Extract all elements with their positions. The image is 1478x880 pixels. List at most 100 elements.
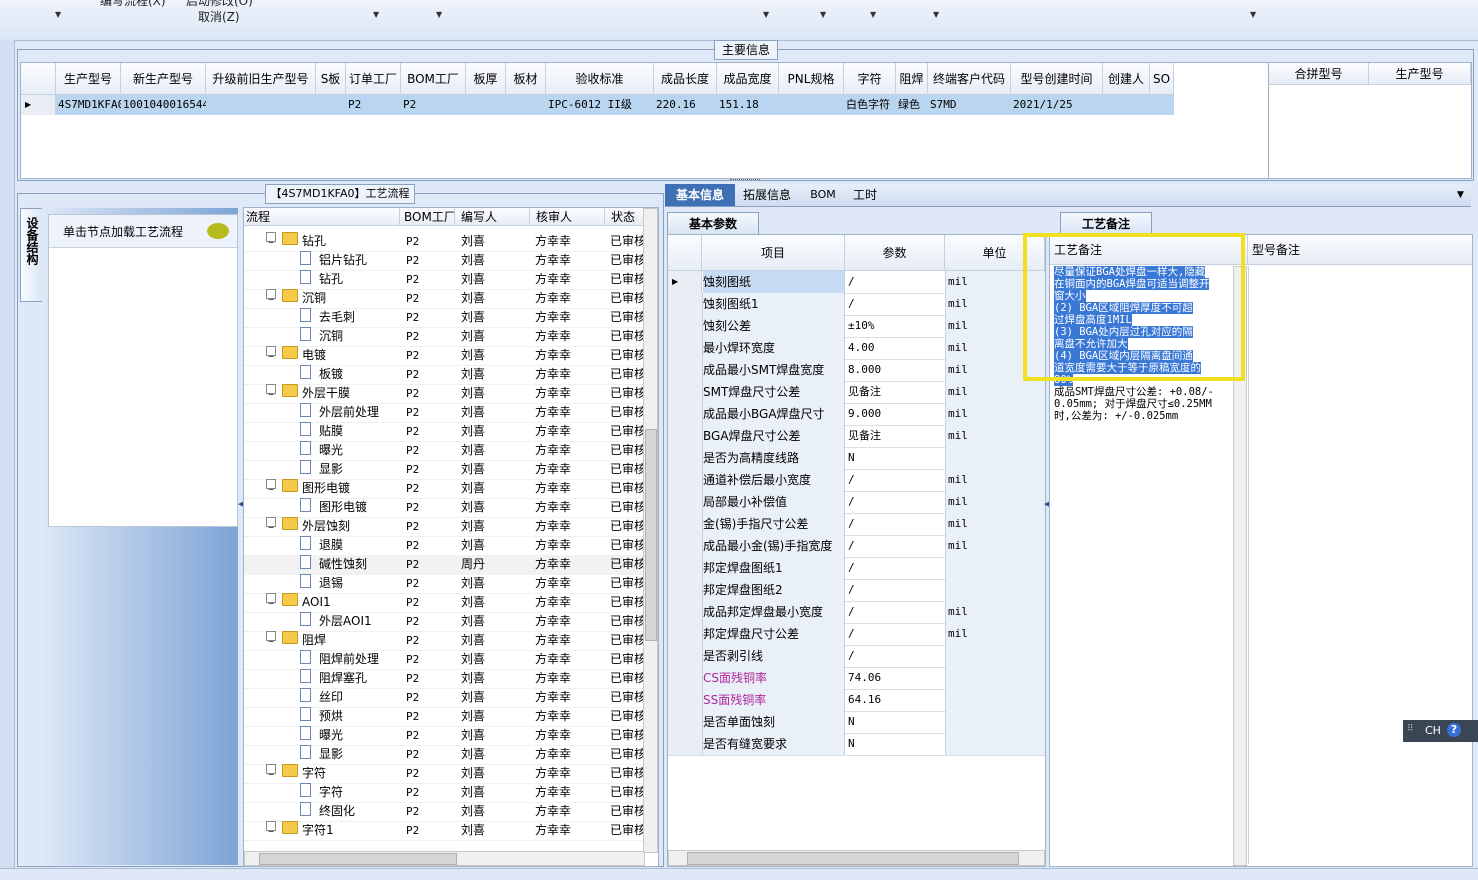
main-cell[interactable]: S7MD — [928, 95, 1011, 115]
tree-row[interactable]: 终固化 P2 刘喜 方幸幸 已审核 — [244, 802, 643, 822]
tree-row[interactable]: 预烘 P2 刘喜 方幸幸 已审核 — [244, 707, 643, 727]
tree-row[interactable]: 退膜 P2 刘喜 方幸幸 已审核 — [244, 536, 643, 556]
param-row[interactable]: 蚀刻图纸1/ mil — [668, 293, 1045, 316]
tree-row[interactable]: − 钻孔 P2 刘喜 方幸幸 已审核 — [244, 232, 643, 252]
main-cell[interactable] — [779, 95, 844, 115]
horizontal-scrollbar[interactable] — [668, 850, 1045, 866]
main-cell[interactable] — [1150, 95, 1174, 115]
param-value[interactable]: / — [848, 513, 944, 535]
param-row[interactable]: 局部最小补偿值 / mil — [668, 491, 1045, 514]
tree-row[interactable]: 碱性蚀刻 P2 周丹 方幸幸 已审核 — [244, 555, 643, 575]
main-cell[interactable]: IPC-6012 II级 — [546, 95, 654, 115]
param-value[interactable]: N — [848, 711, 944, 733]
splitter-handle[interactable]: ◀ — [1044, 500, 1049, 570]
param-value[interactable]: / — [848, 623, 944, 645]
tree-row[interactable]: 外层前处理 P2 刘喜 方幸幸 已审核 — [244, 403, 643, 423]
tree-row[interactable]: − 字符1 P2 刘喜 方幸幸 已审核 — [244, 821, 643, 841]
main-col-header[interactable]: BOM工厂 — [401, 63, 466, 95]
main-col-header[interactable]: 板厚 — [466, 63, 506, 95]
splitter-handle[interactable]: ◀ — [238, 500, 243, 570]
scrollbar-thumb[interactable] — [687, 852, 1019, 865]
param-row[interactable]: 邦定焊盘图纸2/ — [668, 579, 1045, 602]
tree-row[interactable]: 字符 P2 刘喜 方幸幸 已审核 — [244, 783, 643, 803]
vertical-scrollbar[interactable] — [643, 208, 658, 853]
chevron-down-icon[interactable]: ▼ — [436, 10, 442, 19]
main-cell[interactable] — [466, 95, 506, 115]
tree-row[interactable]: − AOI1 P2 刘喜 方幸幸 已审核 — [244, 593, 643, 613]
param-row[interactable]: BGA焊盘尺寸公差 见备注 mil — [668, 425, 1045, 448]
main-col-header[interactable]: 字符 — [844, 63, 896, 95]
main-col-header[interactable]: 验收标准 — [546, 63, 654, 95]
main-cell[interactable] — [1103, 95, 1150, 115]
main-col-header[interactable]: 升级前旧生产型号 — [206, 63, 316, 95]
param-value[interactable]: / — [848, 601, 944, 623]
collapse-icon[interactable]: − — [266, 631, 276, 646]
main-col-header[interactable]: 型号创建时间 — [1011, 63, 1103, 95]
tree-row[interactable]: − 电镀 P2 刘喜 方幸幸 已审核 — [244, 346, 643, 366]
main-cell[interactable]: 151.18 — [717, 95, 779, 115]
load-flow-button[interactable]: 单击节点加载工艺流程 — [49, 215, 237, 248]
main-cell[interactable]: P2 — [401, 95, 466, 115]
col-value[interactable]: 参数 — [845, 235, 945, 271]
tree-row[interactable]: 显影 P2 刘喜 方幸幸 已审核 — [244, 745, 643, 765]
main-col-header[interactable]: 新生产型号 — [121, 63, 206, 95]
splitter-handle[interactable] — [730, 179, 760, 183]
tree-row[interactable]: 曝光 P2 刘喜 方幸幸 已审核 — [244, 441, 643, 461]
cancel-button[interactable]: 取消(Z) — [198, 8, 240, 25]
chevron-down-icon[interactable]: ▼ — [1250, 10, 1256, 19]
main-col-header[interactable]: 终端客户代码 — [928, 63, 1011, 95]
collapse-icon[interactable]: − — [266, 384, 276, 399]
param-row[interactable]: 通道补偿后最小宽度 / mil — [668, 469, 1045, 492]
param-value[interactable]: 4.00 — [848, 337, 944, 359]
tree-row[interactable]: − 字符 P2 刘喜 方幸幸 已审核 — [244, 764, 643, 784]
col-status[interactable]: 状态 — [605, 208, 643, 226]
tree-row[interactable]: 贴膜 P2 刘喜 方幸幸 已审核 — [244, 422, 643, 442]
tree-row[interactable]: − 外层蚀刻 P2 刘喜 方幸幸 已审核 — [244, 517, 643, 537]
chevron-down-icon[interactable]: ▼ — [870, 10, 876, 19]
help-icon[interactable]: ? — [1447, 723, 1461, 737]
tab-basic-info[interactable]: 基本信息 — [665, 184, 735, 206]
tree-row[interactable]: 阻焊塞孔 P2 刘喜 方幸幸 已审核 — [244, 669, 643, 689]
side-tab-device-structure[interactable]: 设备结构 — [20, 208, 44, 302]
param-row[interactable]: 是否为高精度线路 N — [668, 447, 1045, 470]
param-row[interactable]: ▶ 蚀刻图纸 / mil — [668, 271, 1045, 294]
ime-indicator[interactable]: ⠿ CH ? — [1403, 720, 1478, 742]
param-row[interactable]: 邦定焊盘尺寸公差 / mil — [668, 623, 1045, 646]
param-row[interactable]: 成品最小金(锡)手指宽度 / mil — [668, 535, 1045, 558]
param-row[interactable]: 金(锡)手指尺寸公差 / mil — [668, 513, 1045, 536]
param-row[interactable]: 是否单面蚀刻 N — [668, 711, 1045, 734]
main-col-header[interactable]: SO — [1150, 63, 1174, 95]
param-value[interactable]: 见备注 — [848, 381, 944, 403]
scrollbar-thumb[interactable] — [645, 429, 657, 641]
main-col-header[interactable]: 生产型号 — [56, 63, 121, 95]
collapse-icon[interactable]: − — [266, 593, 276, 608]
col-checker[interactable]: 核审人 — [530, 208, 605, 226]
main-cell[interactable]: 10010400165447 — [121, 95, 206, 115]
param-row[interactable]: 最小焊环宽度 4.00 mil — [668, 337, 1045, 360]
tab-basic-params[interactable]: 基本参数 — [667, 212, 759, 235]
param-value[interactable]: 8.000 — [848, 359, 944, 381]
collapse-icon[interactable]: − — [266, 517, 276, 532]
param-value[interactable]: / — [848, 579, 944, 601]
param-row[interactable]: 是否有缝宽要求 N — [668, 733, 1045, 756]
main-cell[interactable] — [506, 95, 546, 115]
chevron-down-icon[interactable]: ▼ — [933, 10, 939, 19]
write-flow-button[interactable]: 编写流程(X) — [100, 0, 166, 9]
chevron-down-icon[interactable]: ▼ — [55, 10, 61, 19]
param-value[interactable]: / — [848, 491, 944, 513]
param-row[interactable]: CS面残铜率 74.06 — [668, 667, 1045, 690]
param-row[interactable]: 是否剥引线 / — [668, 645, 1045, 668]
param-row[interactable]: 蚀刻公差 ±10% mil — [668, 315, 1045, 338]
scrollbar-thumb[interactable] — [259, 853, 457, 865]
tab-work-hours[interactable]: 工时 — [845, 184, 885, 206]
param-row[interactable]: SMT焊盘尺寸公差 见备注 mil — [668, 381, 1045, 404]
tab-process-remarks[interactable]: 工艺备注 — [1060, 212, 1152, 235]
main-cell[interactable]: P2 — [346, 95, 401, 115]
main-cell[interactable]: 白色字符 — [844, 95, 896, 115]
tree-row[interactable]: 铝片钻孔 P2 刘喜 方幸幸 已审核 — [244, 251, 643, 271]
collapse-icon[interactable]: − — [266, 289, 276, 304]
col-writer[interactable]: 编写人 — [455, 208, 530, 226]
param-row[interactable]: 成品最小SMT焊盘宽度 8.000 mil — [668, 359, 1045, 382]
tree-row[interactable]: − 阻焊 P2 刘喜 方幸幸 已审核 — [244, 631, 643, 651]
param-value[interactable]: 9.000 — [848, 403, 944, 425]
